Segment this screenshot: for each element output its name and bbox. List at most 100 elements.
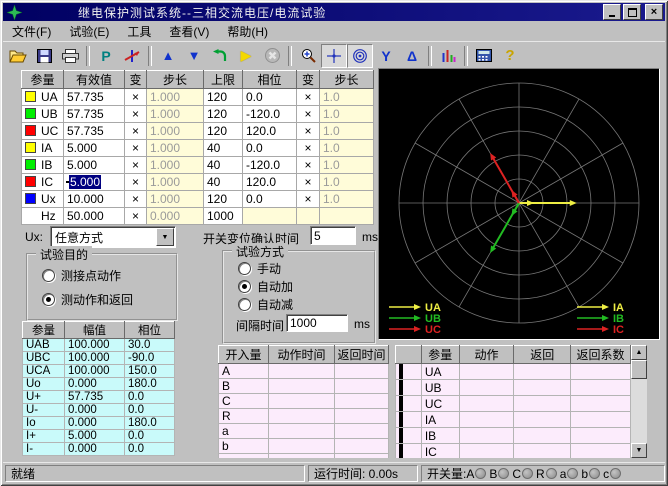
- radio-action-and-return[interactable]: 测动作和返回: [42, 291, 133, 308]
- wye-connection-button[interactable]: Y: [373, 44, 399, 68]
- limit-cell[interactable]: 120: [204, 191, 243, 208]
- radio-auto-decrease[interactable]: 自动减: [238, 296, 293, 313]
- phase-cell[interactable]: -120.0: [243, 106, 297, 123]
- step-cell[interactable]: 1.0: [320, 157, 374, 174]
- value-cell[interactable]: 57.735: [64, 89, 125, 106]
- limit-cell[interactable]: 40: [204, 174, 243, 191]
- step-cell[interactable]: 1.000: [147, 89, 204, 106]
- save-button[interactable]: [31, 44, 57, 68]
- scrollbar-thumb[interactable]: [631, 360, 647, 379]
- value-cell[interactable]: 50.000: [64, 208, 125, 225]
- menu-view[interactable]: 查看(V): [160, 21, 218, 42]
- vary-toggle[interactable]: ×: [297, 191, 320, 208]
- vary-toggle[interactable]: ×: [125, 208, 147, 225]
- value-cell[interactable]: 57.735: [64, 123, 125, 140]
- phase-cell[interactable]: 0.0: [243, 140, 297, 157]
- radio-icon[interactable]: [238, 262, 251, 275]
- vary-toggle[interactable]: ×: [297, 106, 320, 123]
- ux-mode-select[interactable]: 任意方式 ▼: [50, 226, 176, 248]
- p-mode-button[interactable]: P: [93, 44, 119, 68]
- value-cell[interactable]: 10.000: [64, 191, 125, 208]
- vary-toggle[interactable]: ×: [297, 123, 320, 140]
- vary-toggle[interactable]: ×: [125, 174, 147, 191]
- radio-contact-action[interactable]: 测接点动作: [42, 267, 121, 284]
- vary-toggle[interactable]: ×: [125, 140, 147, 157]
- limit-cell[interactable]: 40: [204, 140, 243, 157]
- checkbox[interactable]: [399, 396, 403, 412]
- decrease-button[interactable]: ▼: [181, 44, 207, 68]
- start-button[interactable]: ▶: [233, 44, 259, 68]
- vary-toggle[interactable]: ×: [125, 157, 147, 174]
- step-cell[interactable]: 1.0: [320, 191, 374, 208]
- step-cell[interactable]: 1.0: [320, 106, 374, 123]
- value-cell[interactable]: 5.000: [64, 157, 125, 174]
- dropdown-button[interactable]: ▼: [156, 228, 174, 246]
- radio-auto-increase[interactable]: 自动加: [238, 278, 293, 295]
- crosshair-view-button[interactable]: [321, 44, 347, 68]
- checkbox[interactable]: [399, 444, 403, 459]
- value-cell-editing[interactable]: 5.000: [64, 174, 125, 191]
- step-cell[interactable]: 1.0: [320, 174, 374, 191]
- undo-button[interactable]: [207, 44, 233, 68]
- menu-help[interactable]: 帮助(H): [218, 21, 277, 42]
- phase-cell[interactable]: -120.0: [243, 157, 297, 174]
- phase-cell[interactable]: 120.0: [243, 174, 297, 191]
- step-cell[interactable]: 0.000: [147, 208, 204, 225]
- step-cell[interactable]: 1.000: [147, 191, 204, 208]
- vary-toggle[interactable]: ×: [125, 191, 147, 208]
- value-edit-box[interactable]: 5.000: [66, 181, 70, 183]
- step-cell[interactable]: 1.000: [147, 106, 204, 123]
- limit-cell[interactable]: 1000: [204, 208, 243, 225]
- vary-toggle[interactable]: ×: [297, 174, 320, 191]
- close-button[interactable]: ×: [645, 4, 663, 20]
- scroll-up-button[interactable]: ▲: [631, 345, 647, 360]
- menu-tools[interactable]: 工具: [118, 21, 160, 42]
- print-button[interactable]: [57, 44, 83, 68]
- phase-cell[interactable]: 0.0: [243, 89, 297, 106]
- limit-cell[interactable]: 40: [204, 157, 243, 174]
- step-cell[interactable]: 1.000: [147, 140, 204, 157]
- step-cell[interactable]: 1.0: [320, 123, 374, 140]
- vary-toggle[interactable]: ×: [297, 89, 320, 106]
- value-cell[interactable]: 5.000: [64, 140, 125, 157]
- checkbox[interactable]: [399, 428, 403, 444]
- increase-button[interactable]: ▲: [155, 44, 181, 68]
- open-button[interactable]: [5, 44, 31, 68]
- vary-toggle[interactable]: ×: [297, 140, 320, 157]
- step-cell[interactable]: 1.000: [147, 174, 204, 191]
- checkbox[interactable]: [399, 412, 403, 428]
- step-cell[interactable]: 1.0: [320, 140, 374, 157]
- checkbox[interactable]: [399, 364, 403, 380]
- confirm-time-input[interactable]: [310, 226, 356, 245]
- step-cell[interactable]: 1.0: [320, 89, 374, 106]
- bar-chart-button[interactable]: [435, 44, 461, 68]
- radio-manual[interactable]: 手动: [238, 260, 281, 277]
- polar-view-button[interactable]: [347, 44, 373, 68]
- value-cell[interactable]: 57.735: [64, 106, 125, 123]
- radio-icon[interactable]: [42, 269, 55, 282]
- menu-file[interactable]: 文件(F): [3, 21, 60, 42]
- vary-toggle[interactable]: ×: [297, 157, 320, 174]
- calculator-button[interactable]: [471, 44, 497, 68]
- phase-cell[interactable]: 120.0: [243, 123, 297, 140]
- stop-button[interactable]: [259, 44, 285, 68]
- phasor-button[interactable]: [119, 44, 145, 68]
- vertical-scrollbar[interactable]: ▲ ▼: [631, 345, 647, 458]
- checkbox[interactable]: [399, 380, 403, 396]
- limit-cell[interactable]: 120: [204, 106, 243, 123]
- vary-toggle[interactable]: ×: [125, 106, 147, 123]
- vary-toggle[interactable]: ×: [125, 89, 147, 106]
- zoom-button[interactable]: [295, 44, 321, 68]
- delta-connection-button[interactable]: Δ: [399, 44, 425, 68]
- help-button[interactable]: ?: [497, 44, 523, 68]
- maximize-button[interactable]: [623, 4, 641, 20]
- minimize-button[interactable]: [603, 4, 621, 20]
- radio-icon[interactable]: [238, 280, 251, 293]
- step-cell[interactable]: 1.000: [147, 157, 204, 174]
- scroll-down-button[interactable]: ▼: [631, 443, 647, 458]
- phase-cell[interactable]: 0.0: [243, 191, 297, 208]
- radio-icon[interactable]: [238, 298, 251, 311]
- vary-toggle[interactable]: ×: [125, 123, 147, 140]
- limit-cell[interactable]: 120: [204, 89, 243, 106]
- step-cell[interactable]: 1.000: [147, 123, 204, 140]
